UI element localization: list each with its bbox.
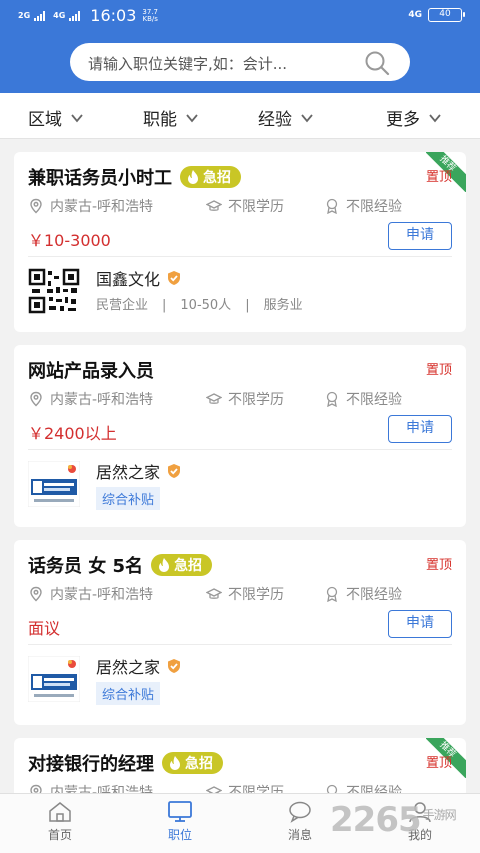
watermark-logo: 2265 手游网 — [330, 800, 457, 840]
home-icon — [49, 802, 71, 822]
company-name[interactable]: 国鑫文化 — [96, 266, 182, 290]
filter-experience[interactable]: 经验 — [258, 105, 314, 130]
job-title: 网站产品录入员 — [28, 361, 154, 382]
chevron-down-icon — [301, 113, 313, 122]
company-logo — [28, 461, 80, 507]
tab-home[interactable]: 首页 — [20, 800, 100, 843]
search-input[interactable]: 请输入职位关键字,如：会计... — [70, 43, 410, 81]
graduation-cap-icon — [206, 200, 222, 211]
job-title: 对接银行的经理 急招 — [28, 750, 223, 776]
pinned-label: 置顶 — [425, 558, 452, 573]
urgent-badge: 急招 — [162, 752, 223, 774]
flame-icon — [159, 558, 170, 572]
status-bar: 2G 4G 16:03 37.7 KB/s 4G 40 — [0, 0, 480, 30]
divider — [28, 644, 452, 645]
tab-label: 消息 — [287, 828, 312, 842]
location-icon — [30, 391, 42, 407]
job-location: 内蒙古-呼和浩特 — [28, 584, 153, 604]
filter-label: 区域 — [28, 110, 62, 130]
battery-icon: 40 — [428, 8, 465, 22]
filter-more[interactable]: 更多 — [386, 105, 442, 130]
company-name[interactable]: 居然之家 — [96, 459, 182, 483]
pinned-label: 置顶 — [425, 363, 452, 378]
divider — [28, 256, 452, 257]
verified-icon — [168, 464, 181, 478]
job-card[interactable]: 推荐 兼职话务员小时工 急招 置顶 内蒙古-呼和浩特 不限学历 不限经验 ￥10… — [14, 152, 466, 332]
signal-icon-2 — [69, 10, 81, 21]
job-location: 内蒙古-呼和浩特 — [28, 196, 153, 216]
filter-region[interactable]: 区域 — [28, 105, 84, 130]
network-2g-label: 2G — [18, 10, 31, 20]
network-4g-label: 4G — [53, 10, 66, 20]
signal-icon — [34, 10, 46, 21]
medal-icon — [326, 198, 338, 214]
graduation-cap-icon — [206, 393, 222, 404]
pinned-label: 置顶 — [425, 756, 452, 771]
monitor-icon — [168, 801, 192, 822]
job-card[interactable]: 网站产品录入员 置顶 内蒙古-呼和浩特 不限学历 不限经验 ￥2400以上 申请… — [14, 345, 466, 527]
company-logo — [28, 656, 80, 702]
filter-bar: 区域 职能 经验 更多 — [0, 93, 480, 139]
company-name[interactable]: 居然之家 — [96, 654, 182, 678]
job-card[interactable]: 话务员 女 5名 急招 置顶 内蒙古-呼和浩特 不限学历 不限经验 面议 申请 … — [14, 540, 466, 725]
chevron-down-icon — [71, 113, 83, 122]
job-title: 兼职话务员小时工 急招 — [28, 164, 241, 190]
search-placeholder: 请输入职位关键字,如：会计... — [88, 55, 288, 73]
message-icon — [289, 801, 311, 823]
location-icon — [30, 586, 42, 602]
tab-label: 职位 — [167, 828, 192, 842]
search-icon[interactable] — [364, 50, 390, 76]
job-location: 内蒙古-呼和浩特 — [28, 389, 153, 409]
job-education: 不限学历 — [206, 389, 284, 409]
apply-button[interactable]: 申请 — [388, 610, 452, 638]
job-title: 话务员 女 5名 急招 — [28, 552, 213, 578]
verified-icon — [168, 271, 181, 285]
flame-icon — [170, 756, 180, 770]
apply-button[interactable]: 申请 — [388, 415, 452, 443]
location-icon — [30, 198, 42, 214]
urgent-badge: 急招 — [151, 554, 213, 576]
filter-label: 职能 — [143, 110, 177, 130]
filter-function[interactable]: 职能 — [143, 105, 199, 130]
job-experience: 不限经验 — [324, 389, 402, 409]
filter-label: 经验 — [258, 110, 292, 130]
tab-jobs[interactable]: 职位 — [140, 800, 220, 843]
divider — [28, 449, 452, 450]
clock: 16:03 — [90, 6, 137, 25]
chevron-down-icon — [429, 113, 441, 122]
tab-messages[interactable]: 消息 — [260, 800, 340, 843]
company-qr-logo — [28, 268, 80, 314]
graduation-cap-icon — [206, 588, 222, 599]
tab-label: 首页 — [47, 828, 72, 842]
medal-icon — [326, 391, 338, 407]
urgent-badge: 急招 — [180, 166, 241, 188]
job-card[interactable]: 推荐 对接银行的经理 急招 置顶 内蒙古-呼和浩特 不限学历 不限经验 — [14, 738, 466, 798]
job-education: 不限学历 — [206, 196, 284, 216]
network-4g-right: 4G — [408, 10, 422, 20]
medal-icon — [326, 586, 338, 602]
salary: 面议 — [28, 619, 61, 638]
salary: ￥2400以上 — [28, 424, 117, 443]
apply-button[interactable]: 申请 — [388, 222, 452, 250]
flame-icon — [188, 170, 198, 184]
company-info: 民营企业 | 10-50人 | 服务业 — [96, 298, 303, 313]
benefit-tag: 综合补贴 — [96, 682, 161, 705]
network-speed: 37.7 KB/s — [142, 7, 158, 23]
job-education: 不限学历 — [206, 584, 284, 604]
pinned-label: 置顶 — [425, 170, 452, 185]
filter-label: 更多 — [386, 110, 420, 130]
job-experience: 不限经验 — [324, 584, 402, 604]
benefit-tag: 综合补贴 — [96, 487, 161, 510]
app-header: 2G 4G 16:03 37.7 KB/s 4G 40 请输入职位关键字,如：会计… — [0, 0, 480, 93]
verified-icon — [168, 659, 181, 673]
job-experience: 不限经验 — [324, 196, 402, 216]
chevron-down-icon — [186, 113, 198, 122]
salary: ￥10-3000 — [28, 231, 111, 250]
